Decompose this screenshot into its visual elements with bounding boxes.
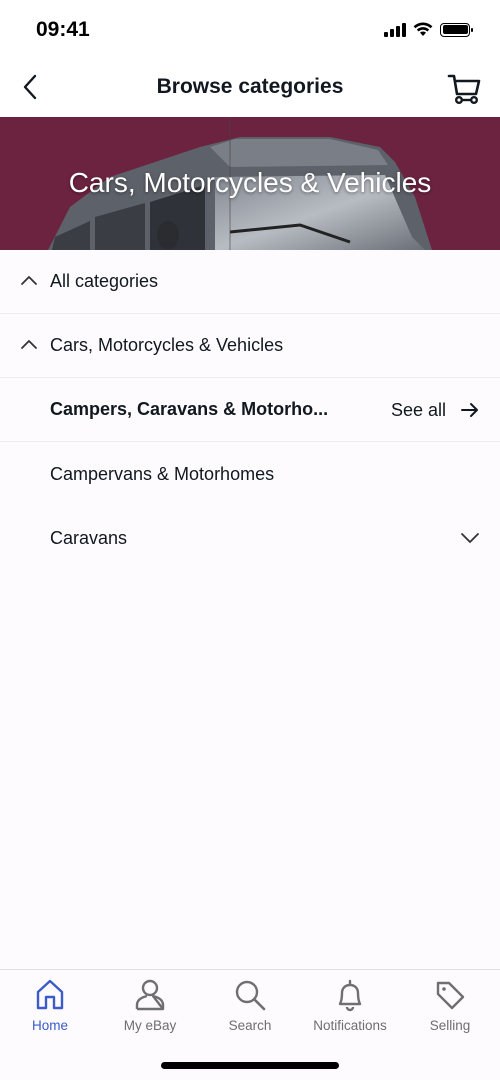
tab-home[interactable]: Home	[0, 978, 100, 1040]
category-row-cars-motorcycles-vehicles[interactable]: Cars, Motorcycles & Vehicles	[0, 314, 500, 378]
status-bar: 09:41	[0, 0, 500, 60]
category-label: All categories	[50, 271, 159, 291]
category-hero-banner: Cars, Motorcycles & Vehicles	[0, 117, 500, 250]
navigation-bar: Browse categories	[0, 60, 500, 117]
bell-icon	[338, 979, 362, 1012]
tab-my-ebay[interactable]: My eBay	[100, 978, 200, 1040]
wifi-icon	[413, 22, 433, 36]
search-icon	[235, 980, 266, 1011]
tab-label: Search	[228, 1018, 272, 1033]
category-label: Campervans & Motorhomes	[50, 463, 275, 484]
tag-icon	[436, 981, 465, 1010]
cart-icon[interactable]	[446, 70, 482, 106]
tab-label: Selling	[429, 1018, 471, 1033]
category-label: Caravans	[50, 527, 128, 548]
tab-label: Notifications	[313, 1018, 387, 1033]
home-indicator	[161, 1062, 339, 1069]
chevron-down-icon[interactable]	[460, 532, 480, 544]
tab-notifications[interactable]: Notifications	[300, 978, 400, 1040]
home-icon	[36, 979, 64, 1010]
status-icons	[384, 22, 473, 37]
chevron-up-icon	[21, 340, 37, 349]
tab-label: My eBay	[123, 1018, 177, 1033]
see-all-label: See all	[390, 399, 446, 420]
category-label: Cars, Motorcycles & Vehicles	[50, 335, 284, 355]
category-row-all-categories[interactable]: All categories	[0, 250, 500, 314]
see-all-link[interactable]: See all	[391, 378, 480, 442]
category-row-campervans-motorhomes[interactable]: Campervans & Motorhomes	[0, 442, 500, 506]
page-title: Browse categories	[156, 75, 344, 98]
tab-search[interactable]: Search	[200, 978, 300, 1040]
tab-selling[interactable]: Selling	[400, 978, 500, 1040]
current-category-label: Campers, Caravans & Motorho...	[50, 399, 329, 419]
hero-title: Cars, Motorcycles & Vehicles	[68, 167, 432, 198]
person-icon	[135, 979, 165, 1011]
arrow-right-icon	[461, 403, 478, 417]
chevron-up-icon	[21, 276, 37, 285]
category-row-caravans[interactable]: Caravans	[0, 506, 500, 570]
status-time: 09:41	[36, 18, 90, 41]
signal-icon	[384, 22, 406, 37]
category-list: All categories Cars, Motorcycles & Vehic…	[0, 250, 500, 570]
category-row-campers-caravans-motorhomes: Campers, Caravans & Motorho... See all	[0, 378, 500, 442]
tab-label: Home	[31, 1018, 68, 1033]
battery-icon	[440, 22, 473, 37]
